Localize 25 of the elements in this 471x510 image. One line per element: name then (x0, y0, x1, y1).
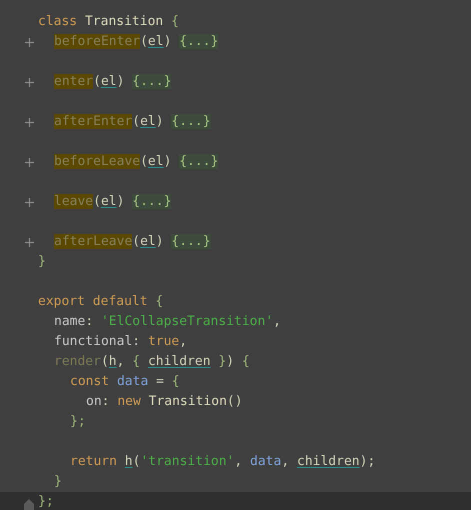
code-line: export default { (38, 293, 164, 311)
code-line: name: 'ElCollapseTransition', (54, 313, 281, 331)
code-line: }; (70, 413, 86, 431)
code-line: const data = { (70, 373, 180, 391)
code-line: afterEnter(el) {...} (54, 113, 211, 131)
code-line: beforeLeave(el) {...} (54, 153, 218, 171)
expand-icon[interactable] (25, 198, 34, 206)
code-line: } (54, 473, 62, 491)
code-line: render(h, { children }) { (54, 353, 250, 371)
expand-icon[interactable] (25, 238, 34, 246)
expand-icon[interactable] (25, 38, 34, 46)
code-line: on: new Transition() (86, 393, 243, 411)
code-line: } (38, 253, 46, 271)
code-line: return h('transition', data, children); (70, 453, 376, 471)
code-line: beforeEnter(el) {...} (54, 33, 218, 51)
code-line: afterLeave(el) {...} (54, 233, 211, 251)
code-line: leave(el) {...} (54, 193, 172, 211)
code-line: class Transition { (38, 13, 179, 31)
expand-icon[interactable] (25, 158, 34, 166)
fold-end-icon[interactable] (24, 498, 34, 510)
code-line: }; (38, 493, 54, 510)
expand-icon[interactable] (25, 78, 34, 86)
expand-icon[interactable] (25, 118, 34, 126)
code-line: enter(el) {...} (54, 73, 172, 91)
code-line: functional: true, (54, 333, 188, 351)
